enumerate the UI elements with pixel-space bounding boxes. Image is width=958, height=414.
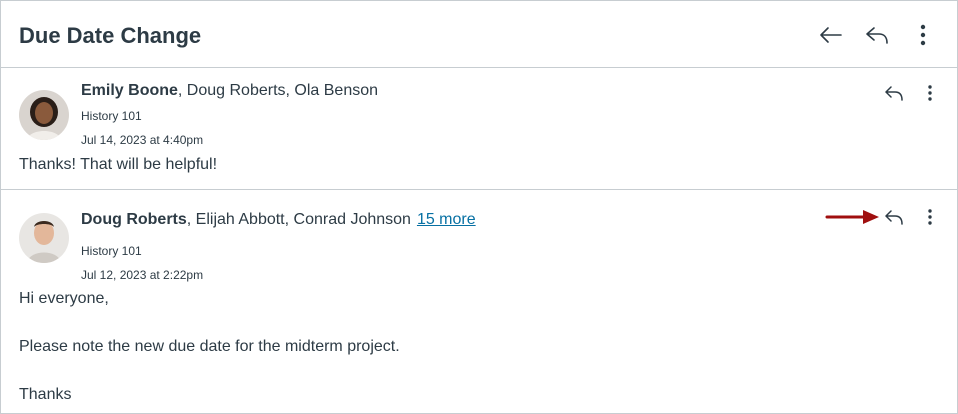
message-participants: Doug Roberts, Elijah Abbott, Conrad John… <box>81 211 476 229</box>
message-date: Jul 12, 2023 at 2:22pm <box>81 268 204 282</box>
avatar[interactable] <box>19 213 69 263</box>
message-options-icon[interactable] <box>919 206 941 228</box>
message-body: Thanks! That will be helpful! <box>19 156 218 173</box>
reply-icon[interactable] <box>883 82 905 104</box>
more-participants-link[interactable]: 15 more <box>417 211 476 228</box>
message-course: History 101 <box>81 109 142 123</box>
message-body-line: Thanks <box>19 386 72 403</box>
conversation-panel: Due Date Change Emily Boone, Doug Robert… <box>0 0 958 414</box>
reply-icon[interactable] <box>883 206 905 228</box>
message-options-icon[interactable] <box>919 82 941 104</box>
back-icon[interactable] <box>817 21 845 49</box>
conversation-header: Due Date Change <box>1 1 957 68</box>
message-participants: Emily Boone, Doug Roberts, Ola Benson <box>81 82 378 100</box>
message-body-line: Please note the new due date for the mid… <box>19 338 400 355</box>
message-author: Emily Boone <box>81 82 178 99</box>
annotation-arrow <box>825 206 881 233</box>
message-item: Doug Roberts, Elijah Abbott, Conrad John… <box>1 190 957 413</box>
message-course: History 101 <box>81 244 142 258</box>
conversation-title: Due Date Change <box>19 23 202 48</box>
message-recipients: , Elijah Abbott, Conrad Johnson <box>186 211 411 228</box>
message-body-line: Hi everyone, <box>19 290 109 307</box>
avatar[interactable] <box>19 90 69 140</box>
reply-all-icon[interactable] <box>863 21 891 49</box>
conversation-options-icon[interactable] <box>909 21 937 49</box>
message-recipients: , Doug Roberts, Ola Benson <box>177 82 379 99</box>
message-date: Jul 14, 2023 at 4:40pm <box>81 133 204 147</box>
message-item: Emily Boone, Doug Roberts, Ola Benson Hi… <box>1 68 957 190</box>
message-author: Doug Roberts <box>81 211 187 228</box>
